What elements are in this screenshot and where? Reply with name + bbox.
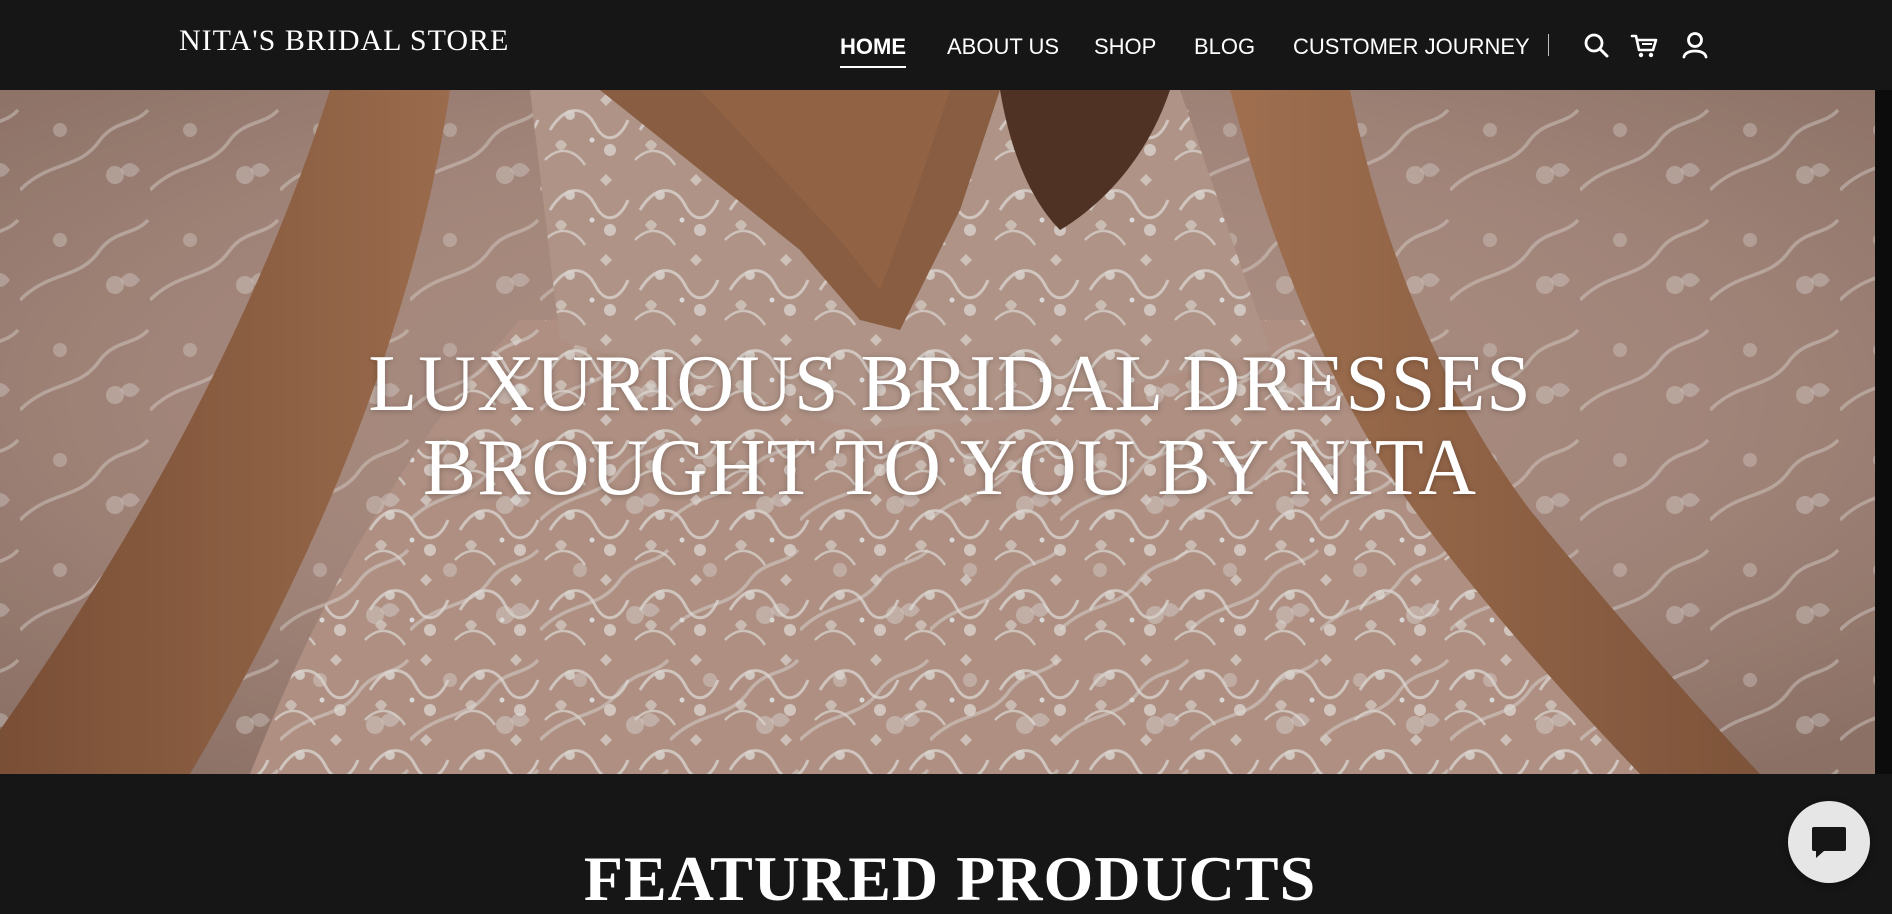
nav-item-blog[interactable]: BLOG	[1194, 32, 1255, 62]
account-icon[interactable]	[1681, 30, 1709, 60]
featured-products-heading: FEATURED PRODUCTS	[583, 843, 1317, 914]
site-logo[interactable]: NITA'S BRIDAL STORE	[179, 24, 509, 58]
chat-button[interactable]	[1788, 801, 1870, 883]
search-icon[interactable]	[1582, 30, 1610, 60]
hero-banner: LUXURIOUS BRIDAL DRESSES BROUGHT TO YOU …	[0, 90, 1875, 774]
nav-item-customer-journey[interactable]: CUSTOMER JOURNEY	[1293, 32, 1530, 62]
cart-icon[interactable]	[1630, 30, 1658, 60]
nav-item-about-us[interactable]: ABOUT US	[947, 32, 1059, 62]
page-edge	[1875, 90, 1892, 774]
hero-heading-line-2: BROUGHT TO YOU BY NITA	[422, 424, 1478, 512]
nav-divider	[1548, 34, 1549, 56]
site-header: NITA'S BRIDAL STORE HOME ABOUT US SHOP B…	[0, 0, 1892, 90]
featured-products-section: FEATURED PRODUCTS	[0, 774, 1892, 914]
chat-icon	[1812, 827, 1846, 858]
nav-item-home[interactable]: HOME	[840, 32, 906, 68]
nav-item-shop[interactable]: SHOP	[1094, 32, 1156, 62]
hero-heading-line-1: LUXURIOUS BRIDAL DRESSES	[368, 340, 1532, 428]
hero-heading: LUXURIOUS BRIDAL DRESSES BROUGHT TO YOU …	[0, 342, 1875, 510]
